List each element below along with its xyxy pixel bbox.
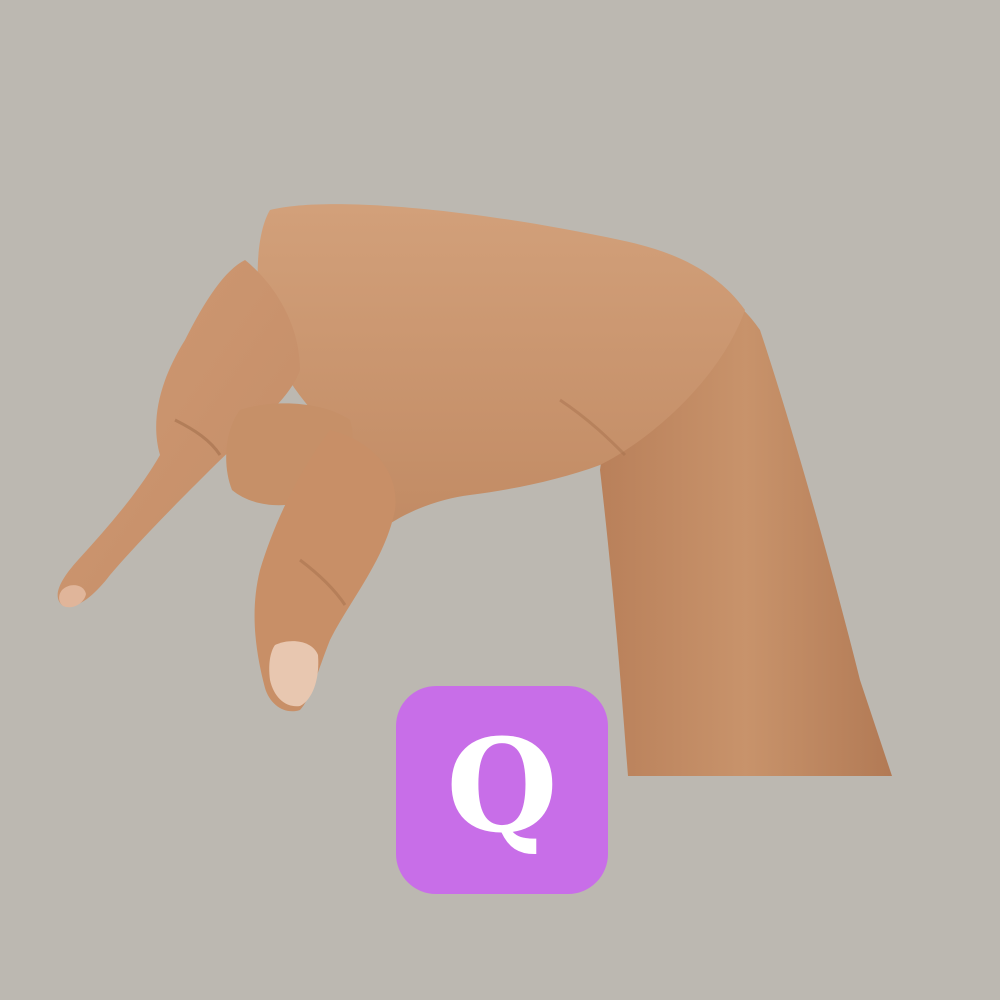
badge-letter: Q <box>446 712 558 862</box>
letter-badge: Q <box>396 686 608 894</box>
page-background: Q <box>0 0 1000 1000</box>
